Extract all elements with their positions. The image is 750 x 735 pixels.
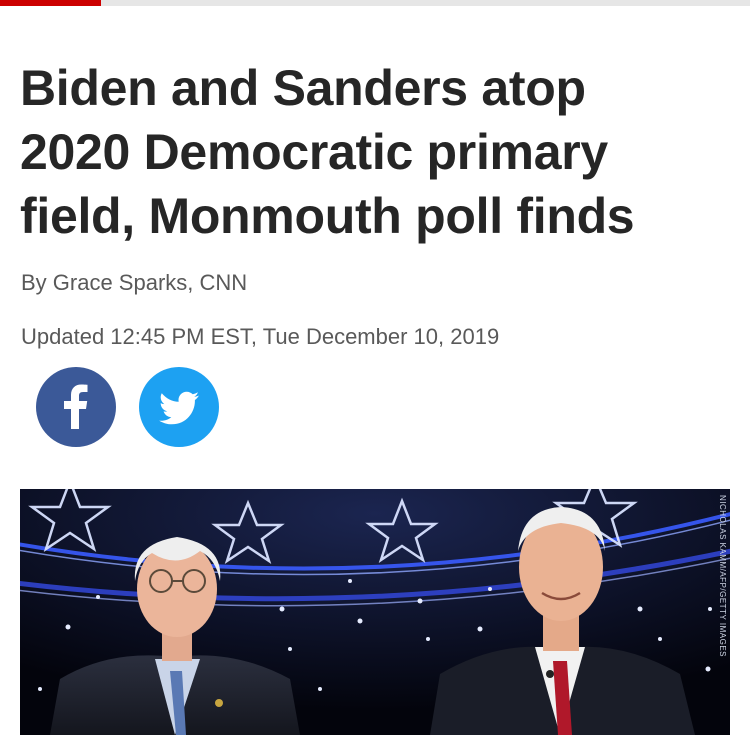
twitter-icon bbox=[159, 391, 199, 425]
headline-line: Biden and Sanders atop bbox=[20, 60, 586, 116]
updated-timestamp: Updated 12:45 PM EST, Tue December 10, 2… bbox=[21, 324, 500, 349]
facebook-share-button[interactable] bbox=[36, 367, 116, 447]
headline: Biden and Sanders atop 2020 Democratic p… bbox=[20, 56, 725, 248]
twitter-share-button[interactable] bbox=[139, 367, 219, 447]
byline[interactable]: By Grace Sparks, CNN bbox=[21, 270, 247, 296]
photo-credit: NICHOLAS KAMM/AFP/GETTY IMAGES bbox=[718, 495, 727, 657]
facebook-icon bbox=[64, 384, 88, 429]
hero-photo[interactable]: NICHOLAS KAMM/AFP/GETTY IMAGES bbox=[20, 489, 730, 735]
headline-line: field, Monmouth poll finds bbox=[20, 188, 635, 244]
reading-progress-track bbox=[0, 0, 750, 6]
debate-stage-image bbox=[20, 489, 730, 735]
headline-line: 2020 Democratic primary bbox=[20, 124, 608, 180]
reading-progress-bar bbox=[0, 0, 101, 6]
